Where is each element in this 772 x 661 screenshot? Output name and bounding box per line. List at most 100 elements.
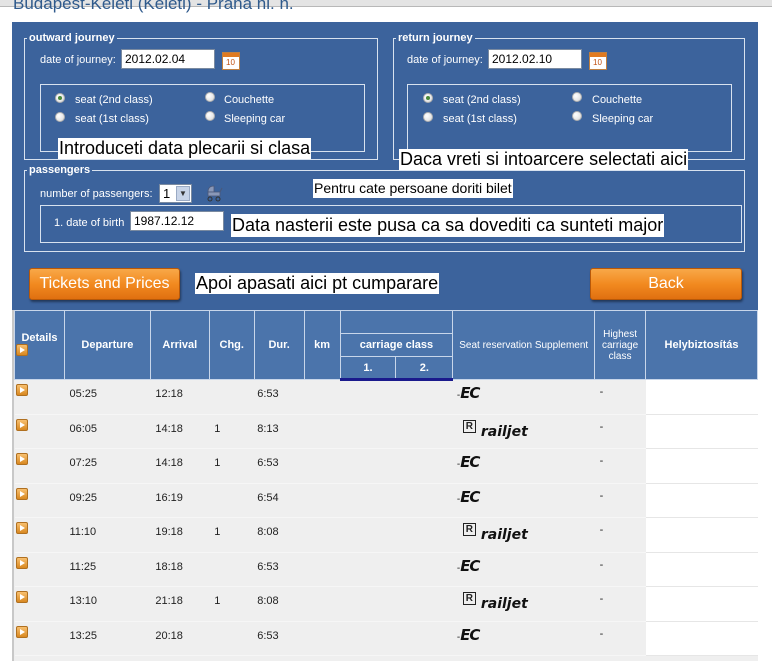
back-button[interactable]: Back (590, 268, 742, 300)
row-changes: 1 (209, 517, 255, 553)
row-changes (209, 552, 255, 587)
row-class-2 (395, 448, 453, 484)
return-label-couchette: Couchette (592, 94, 643, 106)
row-departure: 07:25 (64, 448, 151, 484)
row-helybiztositas (645, 379, 758, 415)
row-details-cell[interactable] (14, 414, 65, 449)
table-row[interactable]: 07:25 14:18 1 6:53 -EC - (14, 448, 758, 484)
row-train-type: -EC (452, 448, 595, 484)
row-departure: 06:05 (64, 414, 151, 449)
row-details-cell[interactable] (14, 379, 65, 415)
reservation-required-icon: R (462, 419, 476, 433)
return-calendar-icon[interactable]: 10 (589, 52, 607, 70)
return-radio-seat-1st[interactable] (423, 112, 433, 122)
header-duration[interactable]: Dur. (253, 310, 305, 380)
return-radio-couchette[interactable] (572, 92, 582, 102)
row-duration: 8:13 (254, 414, 305, 449)
details-play-icon[interactable] (15, 625, 28, 638)
row-train-type: -EC (452, 483, 595, 518)
row-arrival: 21:18 (150, 586, 210, 622)
table-row[interactable]: 11:10 19:18 1 8:08 Rrailjet - (14, 517, 758, 553)
row-arrival: 18:18 (150, 552, 210, 587)
outward-radio-couchette[interactable] (205, 92, 215, 102)
header-arrival[interactable]: Arrival (149, 310, 210, 380)
row-class-2 (395, 552, 453, 587)
stroller-icon[interactable] (205, 184, 223, 202)
return-date-label: date of journey: (407, 54, 483, 66)
row-class-1 (340, 552, 396, 587)
ec-logo-icon: EC (460, 556, 480, 575)
row-class-2 (395, 414, 453, 449)
row-train-type: Rrailjet (452, 517, 595, 553)
return-label-sleeping: Sleeping car (592, 113, 654, 125)
row-km (304, 517, 341, 553)
row-departure: 05:25 (64, 379, 151, 415)
table-row[interactable]: 13:25 20:18 6:53 -EC - (14, 621, 758, 656)
row-duration: 8:08 (254, 517, 305, 553)
row-train-type: Rrailjet (452, 586, 595, 622)
details-play-icon[interactable] (15, 522, 28, 534)
outward-date-input[interactable] (121, 49, 215, 69)
row-departure: 11:10 (64, 517, 151, 553)
return-radio-sleeping[interactable] (572, 111, 582, 121)
header-class-2: 2. (395, 356, 454, 381)
outward-radio-sleeping[interactable] (205, 111, 215, 121)
chevron-down-icon[interactable]: ▼ (176, 186, 190, 201)
row-class-2 (395, 621, 453, 656)
details-play-icon[interactable] (15, 487, 28, 500)
row-details-cell[interactable] (14, 517, 65, 553)
row-duration: 6:54 (254, 483, 305, 518)
details-play-icon[interactable] (15, 591, 28, 603)
return-label-seat-1st: seat (1st class) (443, 113, 517, 125)
results-table: Details Departure Arrival Chg. Dur. km S… (14, 310, 758, 656)
outward-label-couchette: Couchette (224, 94, 275, 106)
table-row[interactable]: 11:25 18:18 6:53 -EC - (14, 552, 758, 587)
details-expand-icon[interactable] (16, 343, 28, 356)
outward-label-sleeping: Sleeping car (224, 113, 286, 125)
annotation-dob: Data nasterii este pusa ca sa dovediti c… (231, 214, 665, 237)
header-departure[interactable]: Departure (63, 310, 151, 380)
table-row[interactable]: 13:10 21:18 1 8:08 Rrailjet - (14, 586, 758, 622)
details-play-icon[interactable] (15, 453, 28, 465)
row-highest-class: - (594, 448, 646, 484)
row-duration: 6:53 (254, 552, 305, 587)
table-row[interactable]: 05:25 12:18 6:53 -EC - (14, 379, 758, 415)
railjet-logo-icon: railjet (480, 527, 528, 543)
row-departure: 13:25 (64, 621, 151, 656)
outward-radio-seat-1st[interactable] (55, 112, 65, 122)
row-helybiztositas (645, 448, 758, 484)
row-details-cell[interactable] (14, 552, 65, 587)
table-row[interactable]: 09:25 16:19 6:54 -EC - (14, 483, 758, 518)
row-km (304, 414, 341, 449)
tickets-and-prices-button[interactable]: Tickets and Prices (29, 268, 180, 300)
table-row[interactable]: 06:05 14:18 1 8:13 Rrailjet - (14, 414, 758, 449)
details-play-icon[interactable] (15, 556, 28, 569)
row-helybiztositas (645, 483, 758, 518)
return-radio-seat-2nd[interactable] (423, 93, 433, 103)
header-class-1: 1. (339, 356, 397, 381)
details-play-icon[interactable] (15, 418, 28, 431)
row-changes: 1 (209, 414, 255, 449)
row-details-cell[interactable] (14, 586, 65, 622)
details-play-icon[interactable] (15, 384, 28, 396)
row-arrival: 14:18 (150, 414, 210, 449)
dob-input[interactable] (130, 211, 224, 231)
return-date-input[interactable] (488, 49, 582, 69)
row-highest-class: - (594, 621, 646, 656)
outward-radio-seat-2nd[interactable] (55, 93, 65, 103)
passenger-count-select[interactable]: 1 ▼ (159, 184, 192, 203)
header-changes[interactable]: Chg. (208, 310, 255, 380)
row-changes: 1 (209, 586, 255, 622)
header-details: Details (14, 310, 65, 380)
row-helybiztositas (645, 414, 758, 449)
outward-calendar-icon[interactable]: 10 (222, 52, 240, 70)
row-details-cell[interactable] (14, 483, 65, 518)
row-changes (209, 379, 255, 415)
row-details-cell[interactable] (14, 448, 65, 484)
row-duration: 6:53 (254, 448, 305, 484)
row-arrival: 14:18 (150, 448, 210, 484)
railjet-logo-icon: railjet (480, 596, 528, 612)
row-details-cell[interactable] (14, 621, 65, 656)
row-changes (209, 621, 255, 656)
row-highest-class: - (594, 414, 646, 449)
